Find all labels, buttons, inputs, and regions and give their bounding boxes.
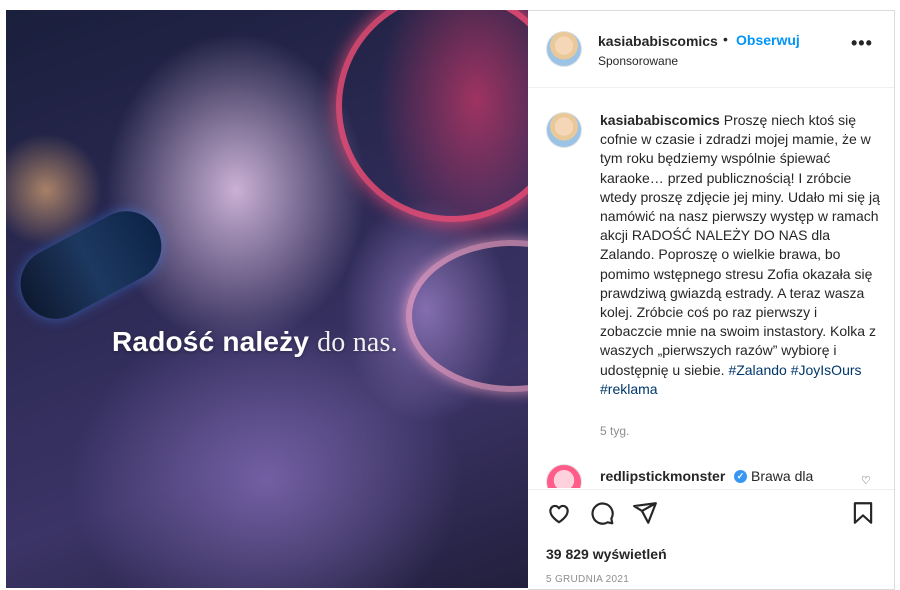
hashtag-link[interactable]: #JoyIsOurs (791, 362, 862, 378)
hashtag-link[interactable]: #Zalando (728, 362, 786, 378)
neon-light-decoration (406, 240, 528, 392)
author-avatar[interactable] (546, 31, 582, 67)
commenter-username[interactable]: redlipstickmonster (600, 468, 725, 484)
post-caption: kasiababiscomics Proszę niech ktoś się c… (600, 111, 882, 399)
post-date: 5 GRUDNIA 2021 (546, 574, 630, 585)
post-actions: 39 829 wyświetleń 5 GRUDNIA 2021 (528, 489, 894, 590)
view-count[interactable]: 39 829 wyświetleń (546, 546, 667, 562)
follow-button[interactable]: Obserwuj (736, 32, 800, 48)
post-media-video[interactable]: Radość należy do nas. (6, 10, 528, 588)
caption-author-avatar[interactable] (546, 112, 582, 148)
post-time[interactable]: 5 tyg. (600, 424, 629, 438)
sponsored-label: Sponsorowane (598, 54, 679, 68)
heart-icon[interactable] (546, 500, 572, 526)
verified-icon: ✓ (734, 470, 747, 483)
video-caption-overlay: Radość należy do nas. (112, 326, 398, 359)
video-caption-light: do nas. (317, 327, 398, 358)
neon-light-decoration (336, 10, 528, 222)
post-sidebar: kasiababiscomics • Obserwuj Sponsorowane… (528, 10, 895, 590)
bookmark-icon[interactable] (850, 500, 876, 526)
video-caption-bold: Radość należy (112, 326, 310, 357)
comment-icon[interactable] (589, 500, 615, 526)
commenter-avatar[interactable] (546, 464, 582, 488)
caption-text: Proszę niech ktoś się cofnie w czasie i … (600, 112, 880, 378)
more-icon[interactable]: ••• (851, 33, 873, 54)
share-icon[interactable] (632, 500, 658, 526)
microphone-graphic (8, 198, 174, 332)
hashtag-link[interactable]: #reklama (600, 381, 658, 397)
comment-heart-icon[interactable]: ♡ (861, 474, 871, 487)
caption-username[interactable]: kasiababiscomics (600, 112, 720, 128)
author-username[interactable]: kasiababiscomics (598, 33, 718, 49)
comment-text: Brawa dla (751, 468, 814, 484)
comments-section[interactable]: kasiababiscomics Proszę niech ktoś się c… (528, 88, 894, 488)
header-separator: • (723, 31, 728, 47)
post-header: kasiababiscomics • Obserwuj Sponsorowane… (528, 11, 894, 88)
